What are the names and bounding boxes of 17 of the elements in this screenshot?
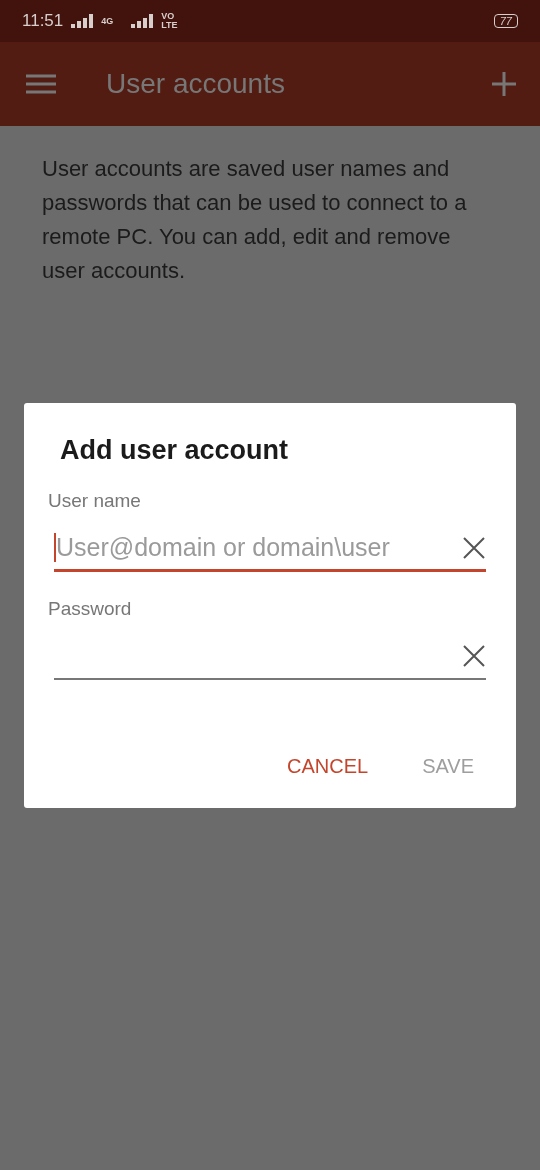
field-label: User name [48, 490, 141, 512]
status-time: 11:51 [22, 11, 64, 31]
app-title: User accounts [106, 68, 286, 100]
input-field[interactable]: User@domain or domain\user [54, 526, 486, 572]
dialog-title: Add user account [60, 435, 290, 466]
description-text: User accounts are saved user names and passwords that can be used to connect to a remote PC. You can add, edit and remove user accounts. [42, 155, 468, 285]
menu-icon[interactable] [26, 74, 56, 94]
clear-icon[interactable] [462, 644, 486, 668]
signal-icon [131, 14, 154, 28]
battery-icon: 77 [493, 14, 518, 28]
plus-icon[interactable] [492, 72, 516, 96]
dialog-button[interactable]: CANCEL [275, 751, 381, 782]
field-label: Password [48, 598, 132, 620]
signal-icon [71, 14, 94, 28]
network-label: 4G [101, 16, 115, 26]
clear-icon[interactable] [462, 535, 486, 560]
volte-label: VO LTE [161, 12, 179, 30]
